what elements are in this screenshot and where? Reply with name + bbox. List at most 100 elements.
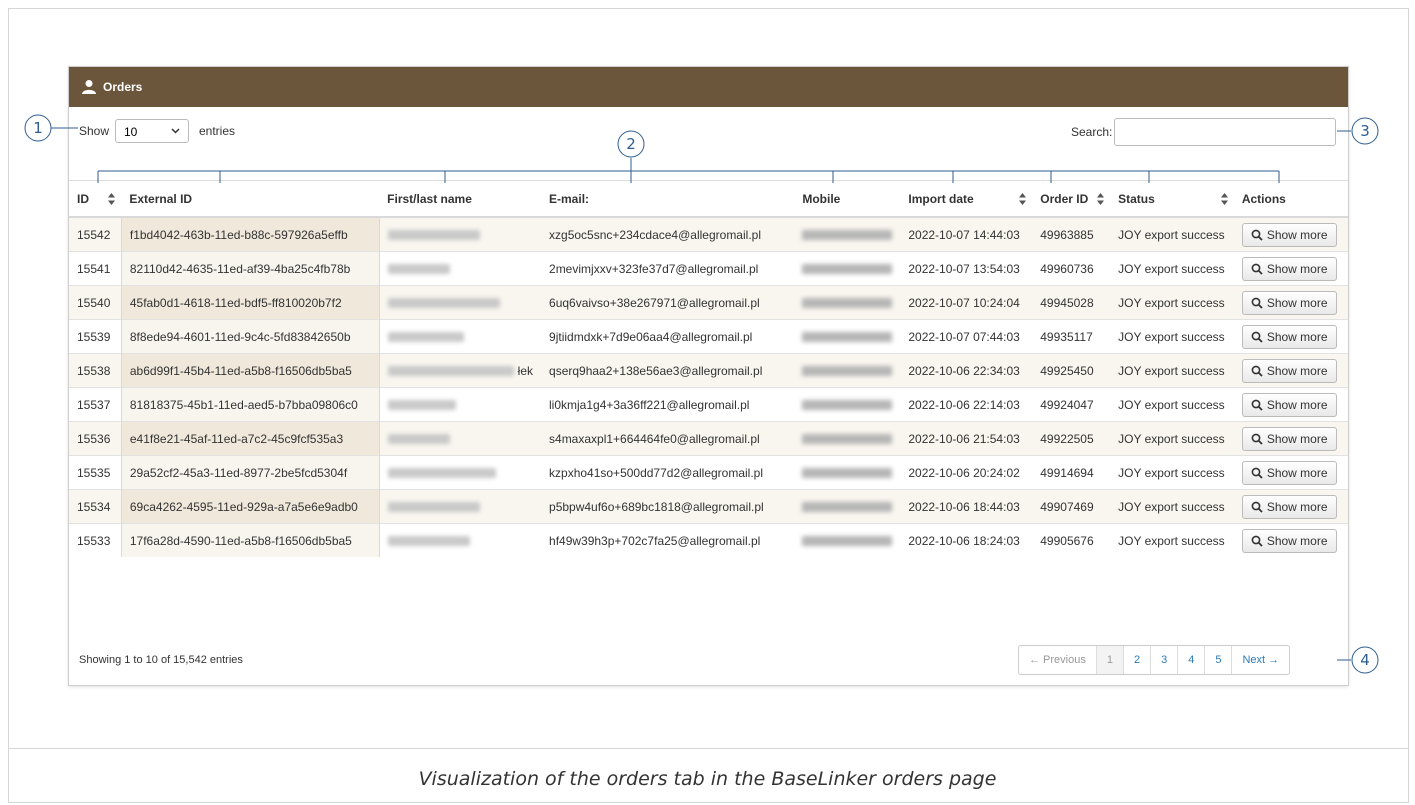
cell-import-date: 2022-10-07 14:44:03: [900, 216, 1033, 252]
search-label: Search:: [1071, 125, 1113, 139]
cell-status: JOY export success: [1110, 353, 1234, 388]
cell-email: 9jtiidmdxk+7d9e06aa4@allegromail.pl: [541, 319, 795, 354]
show-more-button[interactable]: Show more: [1241, 460, 1337, 485]
sort-icon: [1220, 193, 1228, 205]
show-more-label: Show more: [1266, 329, 1328, 344]
cell-import-date: 2022-10-06 22:34:03: [900, 353, 1033, 388]
cell-mobile: [794, 421, 901, 456]
search-input[interactable]: [1114, 118, 1336, 146]
cell-external-id: 69ca4262-4595-11ed-929a-a7a5e6e9adb0: [120, 489, 380, 524]
show-more-label: Show more: [1266, 261, 1328, 276]
redacted-mobile: [802, 230, 893, 241]
search-icon: [1251, 297, 1263, 309]
redacted-mobile: [802, 264, 893, 275]
cell-name: [379, 489, 542, 524]
show-more-button[interactable]: Show more: [1241, 392, 1337, 417]
cell-order-id: 49945028: [1032, 285, 1111, 320]
table-info: Showing 1 to 10 of 15,542 entries: [79, 654, 243, 666]
col-header-mobile[interactable]: Mobile: [794, 180, 901, 218]
cell-import-date: 2022-10-06 21:54:03: [900, 421, 1033, 456]
show-more-button[interactable]: Show more: [1241, 324, 1337, 349]
sort-icon: [1019, 193, 1027, 205]
cell-name: [379, 523, 542, 557]
cell-mobile: [794, 251, 901, 286]
col-header-email[interactable]: E-mail:: [541, 180, 795, 218]
table-row: 15538 ab6d99f1-45b4-11ed-a5b8-f16506db5ba…: [69, 353, 1348, 388]
table-row: 15539 8f8ede94-4601-11ed-9c4c-5fd83842650…: [69, 319, 1348, 354]
page-button-1[interactable]: 1: [1095, 646, 1123, 674]
page-button-4[interactable]: 4: [1177, 646, 1204, 674]
caption-divider: [9, 748, 1408, 749]
sort-icon: [1097, 193, 1105, 205]
cell-mobile: [794, 455, 901, 490]
col-header-label: External ID: [129, 191, 193, 206]
search-icon: [1251, 331, 1263, 343]
col-header-import-date[interactable]: Import date: [900, 180, 1033, 218]
cell-status: JOY export success: [1110, 489, 1234, 524]
show-more-label: Show more: [1266, 431, 1328, 446]
cell-email: qserq9haa2+138e56ae3@allegromail.pl: [541, 353, 795, 388]
search-icon: [1251, 467, 1263, 479]
col-header-name[interactable]: First/last name: [379, 180, 542, 218]
cell-email: xzg5oc5snc+234cdace4@allegromail.pl: [541, 216, 795, 252]
table-row: 15535 29a52cf2-45a3-11ed-8977-2be5fcd5304…: [69, 455, 1348, 490]
cell-name: [379, 387, 542, 422]
cell-id: 15540: [69, 285, 122, 320]
cell-actions: Show more: [1233, 216, 1348, 252]
entries-select[interactable]: 10: [115, 119, 189, 143]
show-more-button[interactable]: Show more: [1241, 222, 1337, 247]
name-visible-fragment: łek: [517, 363, 534, 378]
show-more-button[interactable]: Show more: [1241, 358, 1337, 383]
orders-panel: Orders Show 10 entries Search: ID Extern…: [68, 66, 1349, 686]
table-row: 15536 e41f8e21-45af-11ed-a7c2-45c9fcf535a…: [69, 421, 1348, 456]
cell-order-id: 49905676: [1032, 523, 1111, 557]
col-header-status[interactable]: Status: [1110, 180, 1234, 218]
redacted-mobile: [802, 332, 893, 343]
search-icon: [1251, 229, 1263, 241]
cell-status: JOY export success: [1110, 251, 1234, 286]
cell-order-id: 49925450: [1032, 353, 1111, 388]
cell-id: 15534: [69, 489, 122, 524]
cell-import-date: 2022-10-07 07:44:03: [900, 319, 1033, 354]
col-header-label: Order ID: [1040, 191, 1089, 206]
page-button-5[interactable]: 5: [1204, 646, 1231, 674]
show-more-button[interactable]: Show more: [1241, 494, 1337, 519]
page-button-2[interactable]: 2: [1122, 646, 1150, 674]
cell-name: [379, 455, 542, 490]
show-more-button[interactable]: Show more: [1241, 256, 1337, 281]
table-row: 15534 69ca4262-4595-11ed-929a-a7a5e6e9adb…: [69, 489, 1348, 524]
cell-import-date: 2022-10-06 18:24:03: [900, 523, 1033, 557]
col-header-label: First/last name: [387, 191, 472, 206]
col-header-actions: Actions: [1233, 180, 1348, 218]
show-more-label: Show more: [1266, 499, 1328, 514]
previous-button[interactable]: ← Previous: [1019, 646, 1096, 674]
cell-id: 15536: [69, 421, 122, 456]
cell-email: kzpxho41so+500dd77d2@allegromail.pl: [541, 455, 795, 490]
cell-status: JOY export success: [1110, 421, 1234, 456]
redacted-name: [387, 230, 480, 241]
col-header-external-id[interactable]: External ID: [121, 180, 380, 218]
page-button-3[interactable]: 3: [1150, 646, 1177, 674]
col-header-id[interactable]: ID: [69, 180, 122, 218]
cell-id: 15541: [69, 251, 122, 286]
cell-actions: Show more: [1233, 387, 1348, 422]
cell-external-id: e41f8e21-45af-11ed-a7c2-45c9fcf535a3: [120, 421, 380, 456]
show-more-button[interactable]: Show more: [1241, 426, 1337, 451]
cell-mobile: [794, 353, 901, 388]
cell-import-date: 2022-10-06 18:44:03: [900, 489, 1033, 524]
show-more-label: Show more: [1266, 533, 1328, 548]
show-more-label: Show more: [1266, 465, 1328, 480]
cell-actions: Show more: [1233, 455, 1348, 490]
next-button[interactable]: Next →: [1231, 646, 1289, 674]
cell-id: 15542: [69, 216, 122, 252]
cell-order-id: 49914694: [1032, 455, 1111, 490]
search-icon: [1251, 535, 1263, 547]
table-row: 15533 17f6a28d-4590-11ed-a5b8-f16506db5ba…: [69, 523, 1348, 557]
col-header-order-id[interactable]: Order ID: [1032, 180, 1111, 218]
cell-status: JOY export success: [1110, 387, 1234, 422]
show-more-button[interactable]: Show more: [1241, 290, 1337, 315]
show-more-button[interactable]: Show more: [1241, 528, 1337, 553]
cell-order-id: 49907469: [1032, 489, 1111, 524]
col-header-label: Mobile: [802, 191, 841, 206]
search-icon: [1251, 263, 1263, 275]
